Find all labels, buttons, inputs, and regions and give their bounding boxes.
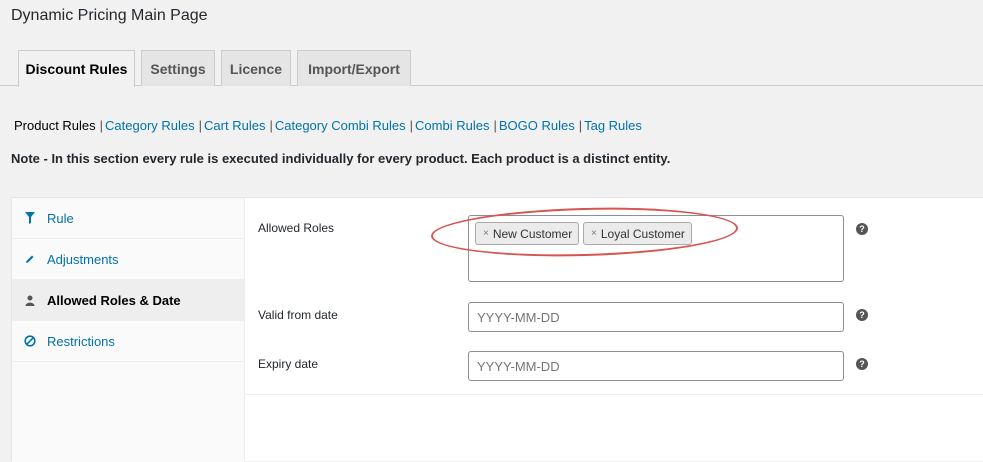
panel-sidebar: Rule Adjustments Allowed Roles & Date Re…	[12, 198, 245, 462]
sidebar-item-label: Adjustments	[47, 251, 119, 267]
sidebar-item-restrictions[interactable]: Restrictions	[12, 321, 245, 362]
help-icon[interactable]: ?	[856, 223, 868, 235]
users-icon	[23, 293, 37, 307]
subnav-category-combi-rules[interactable]: Category Combi Rules	[275, 118, 406, 133]
tab-discount-rules[interactable]: Discount Rules	[18, 50, 135, 87]
page-title: Dynamic Pricing Main Page	[11, 7, 208, 24]
filter-icon	[23, 211, 37, 225]
role-chip-label: New Customer	[492, 226, 573, 241]
rules-subnav: Product Rules | Category Rules | Cart Rules |…	[14, 118, 642, 133]
subnav-cart-rules[interactable]: Cart Rules	[204, 118, 265, 133]
role-chip-loyal-customer[interactable]: × Loyal Customer	[583, 222, 692, 245]
remove-icon[interactable]: ×	[483, 228, 489, 239]
valid-from-label: Valid from date	[258, 308, 338, 322]
ban-icon	[23, 334, 37, 348]
rule-panel: Rule Adjustments Allowed Roles & Date Re…	[11, 197, 983, 462]
pencil-icon	[23, 252, 37, 266]
role-chip-label: Loyal Customer	[600, 226, 685, 241]
tab-licence[interactable]: Licence	[221, 50, 291, 86]
tab-settings[interactable]: Settings	[141, 50, 215, 86]
sidebar-item-label: Restrictions	[47, 333, 115, 349]
help-icon[interactable]: ?	[856, 309, 868, 321]
subnav-combi-rules[interactable]: Combi Rules	[415, 118, 489, 133]
sidebar-item-label: Allowed Roles & Date	[47, 292, 181, 308]
nav-tabs: Discount Rules Settings Licence Import/E…	[0, 50, 983, 87]
expiry-date-label: Expiry date	[258, 357, 319, 371]
section-note: Note - In this section every rule is exe…	[11, 151, 671, 166]
help-icon[interactable]: ?	[856, 358, 868, 370]
role-chip-new-customer[interactable]: × New Customer	[475, 222, 580, 245]
allowed-roles-label: Allowed Roles	[258, 221, 335, 235]
sidebar-item-label: Rule	[47, 210, 74, 226]
subnav-product-rules[interactable]: Product Rules	[14, 118, 96, 133]
panel-content: Allowed Roles × New Customer × Loyal Cus…	[246, 198, 983, 395]
sidebar-item-rule[interactable]: Rule	[12, 198, 245, 239]
sidebar-item-adjustments[interactable]: Adjustments	[12, 239, 245, 280]
valid-from-input[interactable]	[468, 302, 844, 332]
subnav-category-rules[interactable]: Category Rules	[105, 118, 195, 133]
subnav-bogo-rules[interactable]: BOGO Rules	[499, 118, 575, 133]
subnav-tag-rules[interactable]: Tag Rules	[584, 118, 642, 133]
expiry-date-input[interactable]	[468, 351, 844, 381]
remove-icon[interactable]: ×	[591, 228, 597, 239]
sidebar-item-allowed-roles-date[interactable]: Allowed Roles & Date	[12, 280, 245, 321]
tab-import-export[interactable]: Import/Export	[297, 50, 411, 86]
allowed-roles-select[interactable]: × New Customer × Loyal Customer	[468, 215, 844, 282]
